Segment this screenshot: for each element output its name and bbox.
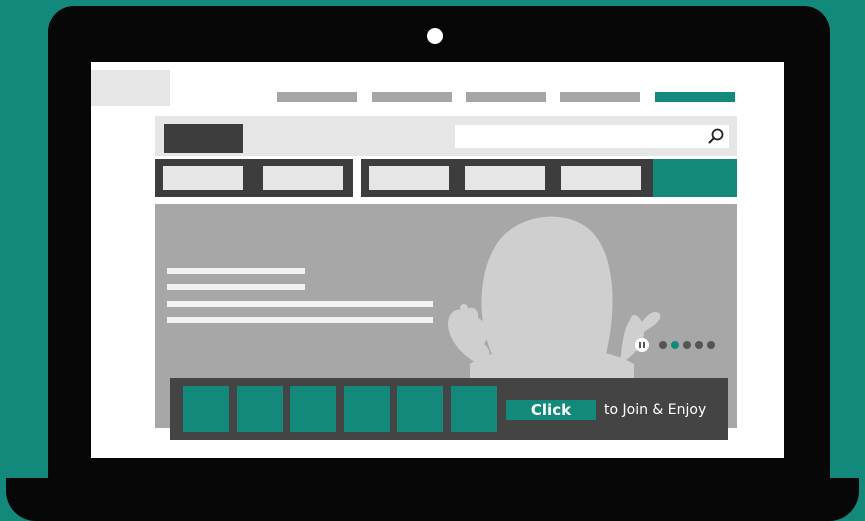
menu-item[interactable] <box>263 166 343 190</box>
menu-item[interactable] <box>465 166 545 190</box>
feature-tile[interactable] <box>397 386 443 432</box>
hero-text-line <box>167 284 305 290</box>
laptop-base <box>6 478 859 521</box>
top-nav-item[interactable] <box>277 92 357 102</box>
search-icon[interactable] <box>707 127 725 145</box>
top-nav-item[interactable] <box>372 92 452 102</box>
click-button[interactable]: Click <box>506 400 596 420</box>
top-nav-item[interactable] <box>560 92 640 102</box>
hero-text-line <box>167 317 433 323</box>
carousel-dot[interactable] <box>659 341 667 349</box>
site-header <box>155 116 737 156</box>
search-input[interactable] <box>455 125 729 148</box>
cta-text: to Join & Enjoy <box>604 402 707 418</box>
webcam-icon <box>427 28 443 44</box>
feature-tile[interactable] <box>344 386 390 432</box>
top-nav-item-active[interactable] <box>655 92 735 102</box>
top-nav-item[interactable] <box>466 92 546 102</box>
brand-logo-placeholder <box>164 124 243 153</box>
feature-tile[interactable] <box>290 386 336 432</box>
carousel-controls <box>635 338 715 352</box>
join-cta-strip: Click to Join & Enjoy <box>170 378 728 440</box>
main-menu-group-right <box>361 159 653 197</box>
hero-text-line <box>167 268 305 274</box>
site-logo-placeholder <box>91 70 170 106</box>
menu-cta-block[interactable] <box>653 159 737 197</box>
carousel-dot-active[interactable] <box>671 341 679 349</box>
main-menu-group-left <box>155 159 353 197</box>
carousel-dot[interactable] <box>683 341 691 349</box>
feature-tile[interactable] <box>183 386 229 432</box>
feature-tile[interactable] <box>451 386 497 432</box>
pause-icon[interactable] <box>635 338 649 352</box>
hero-text-line <box>167 301 433 307</box>
menu-item[interactable] <box>369 166 449 190</box>
carousel-dot[interactable] <box>707 341 715 349</box>
feature-tile[interactable] <box>237 386 283 432</box>
laptop-screen: Click to Join & Enjoy <box>91 62 784 458</box>
menu-item[interactable] <box>163 166 243 190</box>
menu-item[interactable] <box>561 166 641 190</box>
carousel-dot[interactable] <box>695 341 703 349</box>
